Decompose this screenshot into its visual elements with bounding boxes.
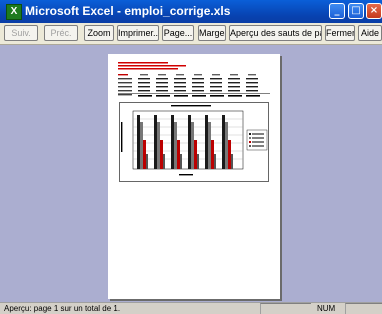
minimize-icon: _ bbox=[334, 5, 340, 16]
print-button[interactable]: Imprimer... bbox=[117, 25, 159, 41]
minimize-button[interactable]: _ bbox=[329, 3, 345, 19]
window-title: Microsoft Excel - emploi_corrige.xls bbox=[25, 4, 231, 18]
title-bar: X Microsoft Excel - emploi_corrige.xls _… bbox=[0, 0, 382, 23]
embedded-chart bbox=[119, 102, 269, 182]
preview-area bbox=[0, 45, 382, 302]
maximize-icon: □ bbox=[351, 5, 361, 16]
next-page-button[interactable]: Suiv. bbox=[4, 25, 38, 41]
print-preview-page[interactable] bbox=[108, 54, 280, 299]
close-window-button[interactable]: × bbox=[366, 3, 382, 19]
status-text: Aperçu: page 1 sur un total de 1. bbox=[4, 304, 121, 313]
page-break-preview-button[interactable]: Aperçu des sauts de page bbox=[229, 25, 322, 41]
close-preview-button[interactable]: Fermer bbox=[325, 25, 355, 41]
close-icon: × bbox=[369, 5, 379, 16]
data-table bbox=[118, 74, 270, 97]
help-button[interactable]: Aide bbox=[358, 25, 382, 41]
num-lock-indicator: NUM bbox=[317, 304, 336, 313]
heading-text bbox=[118, 62, 186, 70]
status-bar: Aperçu: page 1 sur un total de 1. NUM bbox=[0, 302, 382, 314]
status-panel bbox=[260, 303, 311, 314]
prev-page-button[interactable]: Préc. bbox=[44, 25, 78, 41]
preview-toolbar: Suiv. Préc. Zoom Imprimer... Page... Mar… bbox=[0, 23, 382, 45]
maximize-button[interactable]: □ bbox=[348, 3, 364, 19]
zoom-button[interactable]: Zoom bbox=[84, 25, 114, 41]
status-panel bbox=[345, 303, 382, 314]
margins-button[interactable]: Marges bbox=[198, 25, 226, 41]
excel-icon: X bbox=[6, 4, 22, 20]
page-setup-button[interactable]: Page... bbox=[162, 25, 194, 41]
